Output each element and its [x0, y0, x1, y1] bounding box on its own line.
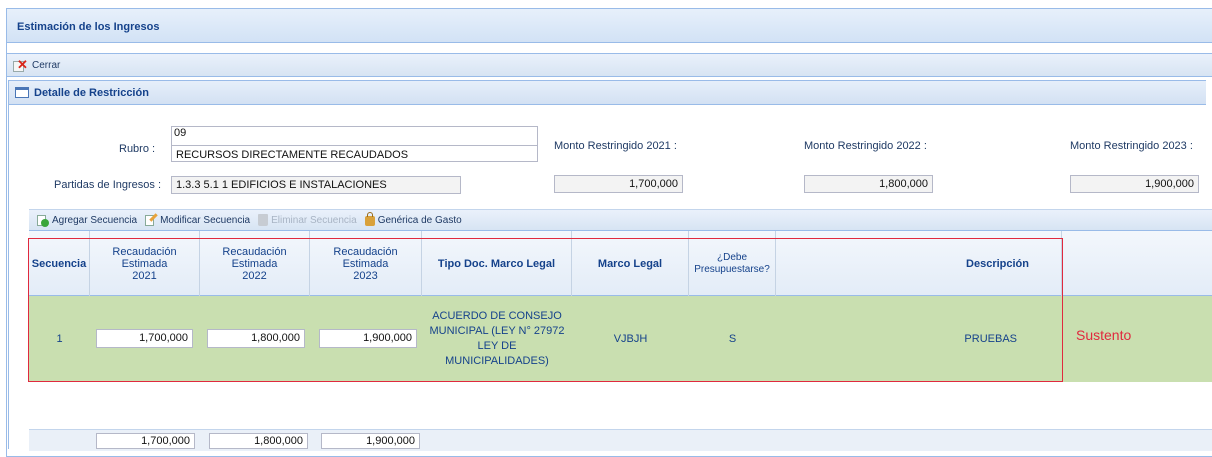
- trash-icon: [258, 214, 269, 226]
- header-secuencia[interactable]: Secuencia: [29, 231, 90, 296]
- edit-icon: [145, 213, 158, 226]
- monto-2021-field[interactable]: 1,700,000: [554, 175, 683, 193]
- header-rec-2021[interactable]: Recaudación Estimada 2021: [90, 231, 200, 296]
- header-rec-2023[interactable]: Recaudación Estimada 2023: [310, 231, 422, 296]
- header-descripcion[interactable]: Descripción: [776, 231, 1062, 296]
- panel-title: Detalle de Restricción: [34, 86, 149, 99]
- close-icon: ✕: [12, 57, 28, 73]
- cell-rec-2023[interactable]: 1,900,000: [319, 329, 417, 348]
- header-marco-legal[interactable]: Marco Legal: [572, 231, 689, 296]
- rubro-label: Rubro :: [119, 143, 156, 155]
- partidas-label: Partidas de Ingresos :: [54, 179, 162, 191]
- modify-sequence-button[interactable]: Modificar Secuencia: [145, 213, 251, 226]
- delete-sequence-button[interactable]: Eliminar Secuencia: [258, 214, 357, 226]
- header-rec-2022[interactable]: Recaudación Estimada 2022: [200, 231, 310, 296]
- window-title: Estimación de los Ingresos: [7, 9, 1212, 43]
- table-row[interactable]: 1 1,700,000 1,800,000 1,900,000 ACUERDO …: [29, 296, 1212, 382]
- cell-debe-presupuestarse: S: [728, 332, 737, 345]
- rubro-code: 09: [174, 127, 187, 139]
- monto-2023-label: Monto Restringido 2023 :: [1070, 140, 1193, 152]
- cell-tipo-doc: ACUERDO DE CONSEJO MUNICIPAL (LEY N° 279…: [429, 310, 565, 367]
- header-debe-presupuestarse[interactable]: ¿Debe Presupuestarse?: [689, 231, 776, 296]
- panel-header: Detalle de Restricción: [8, 80, 1206, 105]
- total-rec-2023: 1,900,000: [321, 433, 420, 449]
- grid-header: Secuencia Recaudación Estimada 2021 Reca…: [29, 231, 1212, 296]
- cell-rec-2021[interactable]: 1,700,000: [96, 329, 193, 348]
- modify-sequence-label: Modificar Secuencia: [160, 214, 251, 226]
- sequence-toolbar: Agregar Secuencia Modificar Secuencia El…: [29, 209, 1212, 231]
- rubro-field[interactable]: 09 RECURSOS DIRECTAMENTE RECAUDADOS: [171, 126, 538, 162]
- totals-row: 1,700,000 1,800,000 1,900,000: [29, 429, 1212, 451]
- main-toolbar: ✕ Cerrar: [7, 53, 1212, 77]
- add-sequence-label: Agregar Secuencia: [52, 214, 138, 226]
- monto-2022-field[interactable]: 1,800,000: [804, 175, 933, 193]
- generic-expense-button[interactable]: Genérica de Gasto: [364, 212, 462, 226]
- add-sequence-button[interactable]: Agregar Secuencia: [37, 214, 138, 227]
- delete-sequence-label: Eliminar Secuencia: [271, 214, 357, 226]
- total-rec-2022: 1,800,000: [209, 433, 308, 449]
- annotation-sustento: Sustento: [1076, 327, 1132, 343]
- total-rec-2021: 1,700,000: [96, 433, 195, 449]
- monto-2021-label: Monto Restringido 2021 :: [554, 140, 677, 152]
- close-label: Cerrar: [32, 60, 61, 71]
- monto-2023-field[interactable]: 1,900,000: [1070, 175, 1199, 193]
- cell-rec-2022[interactable]: 1,800,000: [207, 329, 305, 348]
- monto-2022-label: Monto Restringido 2022 :: [804, 140, 927, 152]
- close-button[interactable]: ✕ Cerrar: [12, 57, 60, 74]
- cell-marco-legal: VJBJH: [613, 332, 648, 345]
- cell-secuencia: 1: [56, 332, 63, 345]
- partidas-field[interactable]: 1.3.3 5.1 1 EDIFICIOS E INSTALACIONES: [171, 176, 461, 194]
- add-sequence-icon: [37, 214, 49, 227]
- header-tipo-doc[interactable]: Tipo Doc. Marco Legal: [422, 231, 572, 296]
- generic-expense-label: Genérica de Gasto: [377, 214, 462, 226]
- lock-icon: [364, 212, 375, 226]
- window-icon: [15, 87, 29, 98]
- cell-descripcion: PRUEBAS: [964, 332, 1017, 345]
- rubro-divider: [172, 145, 537, 146]
- rubro-name: RECURSOS DIRECTAMENTE RECAUDADOS: [176, 149, 409, 161]
